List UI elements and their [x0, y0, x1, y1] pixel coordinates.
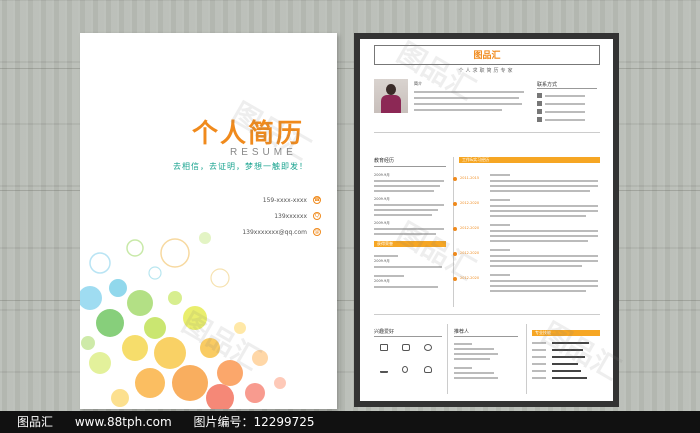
resume-brand-title: 图品汇: [473, 51, 501, 61]
resume-detail-page: 图品汇 个人求职简历专家 简介 联系方式 教育经历 2009.9月 2009.9…: [354, 33, 619, 407]
intro-text-block: [414, 91, 524, 115]
skill-label: [532, 342, 546, 344]
cover-qq: 139xxxxxx: [274, 213, 307, 220]
resume-tagline: 个人求职简历专家: [458, 68, 515, 74]
edu-date: 2009.9月: [374, 221, 390, 225]
resume-header-box: 图品汇: [374, 45, 600, 65]
timeline-dot: [453, 177, 457, 181]
camera-icon: [402, 344, 410, 351]
bokeh-bubbles-decoration: [80, 232, 286, 409]
phone-icon: ☎: [313, 196, 321, 204]
referee-heading: 推荐人: [454, 329, 470, 335]
coffee-icon: [424, 344, 432, 351]
contact-row: [537, 101, 599, 107]
timeline-dot: [453, 277, 457, 281]
profile-photo: [374, 79, 408, 113]
footer-id-value: 12299725: [253, 415, 315, 429]
experience-heading: 工作&实习经历: [459, 157, 600, 163]
footer-id-label: 图片编号：: [193, 415, 254, 429]
skill-level-bar: [552, 370, 581, 372]
footer-brand: 图品汇: [17, 415, 54, 429]
music-icon: [424, 366, 432, 373]
skill-label: [532, 363, 546, 365]
phone-icon: [537, 93, 542, 98]
location-icon: [537, 117, 542, 122]
work-date: 2012-2020: [460, 276, 480, 280]
reading-icon: [380, 344, 388, 351]
skill-label: [532, 356, 546, 358]
resume-cover-page: 个人简历 RESUME 去相信，去证明，梦想一触即发！ 159-xxxx-xxx…: [80, 33, 337, 409]
timeline-dot: [453, 252, 457, 256]
cover-phone: 159-xxxx-xxxx: [262, 197, 307, 204]
contact-row: [537, 93, 599, 99]
awards-heading: 获得荣誉: [374, 241, 446, 247]
skill-level-bar: [552, 342, 589, 344]
hobbies-heading: 兴趣爱好: [374, 329, 395, 335]
intro-heading: 简介: [414, 81, 422, 86]
work-date: 2012-2020: [460, 201, 480, 205]
skills-heading: 专业技能: [532, 330, 600, 336]
qq-icon: Q: [313, 212, 321, 220]
footer-bar: 图品汇 www.88tph.com 图片编号：12299725: [0, 411, 700, 433]
plane-icon: [380, 366, 388, 373]
skill-level-bar: [552, 356, 585, 358]
work-date: 2011-2015: [460, 176, 480, 180]
skill-level-bar: [552, 349, 583, 351]
skill-label: [532, 370, 546, 372]
cover-subtitle: RESUME: [230, 147, 297, 158]
running-icon: [402, 366, 408, 373]
footer-image-id: 图片编号：12299725: [193, 415, 314, 429]
contact-row: [537, 117, 599, 123]
education-heading: 教育经历: [374, 158, 395, 164]
skill-label: [532, 349, 546, 351]
work-date: 2012-2020: [460, 251, 480, 255]
work-date: 2012-2020: [460, 226, 480, 230]
email-icon: [537, 109, 542, 114]
resume-sheet: 图品汇 个人求职简历专家 简介 联系方式 教育经历 2009.9月 2009.9…: [360, 39, 613, 401]
timeline-dot: [453, 202, 457, 206]
cover-slogan: 去相信，去证明，梦想一触即发！: [173, 162, 308, 171]
footer-url[interactable]: www.88tph.com: [75, 415, 172, 429]
contact-heading: 联系方式: [537, 82, 558, 88]
edu-date: 2009.9月: [374, 197, 390, 201]
skill-label: [532, 377, 546, 379]
skill-level-bar: [552, 377, 587, 379]
qq-icon: [537, 101, 542, 106]
award-date: 2009.9月: [374, 259, 390, 263]
skill-level-bar: [552, 363, 578, 365]
cover-title: 个人简历: [192, 119, 305, 149]
edu-date: 2009.9月: [374, 173, 390, 177]
timeline-dot: [453, 227, 457, 231]
award-date: 2009.9月: [374, 279, 390, 283]
contact-row: [537, 109, 599, 115]
